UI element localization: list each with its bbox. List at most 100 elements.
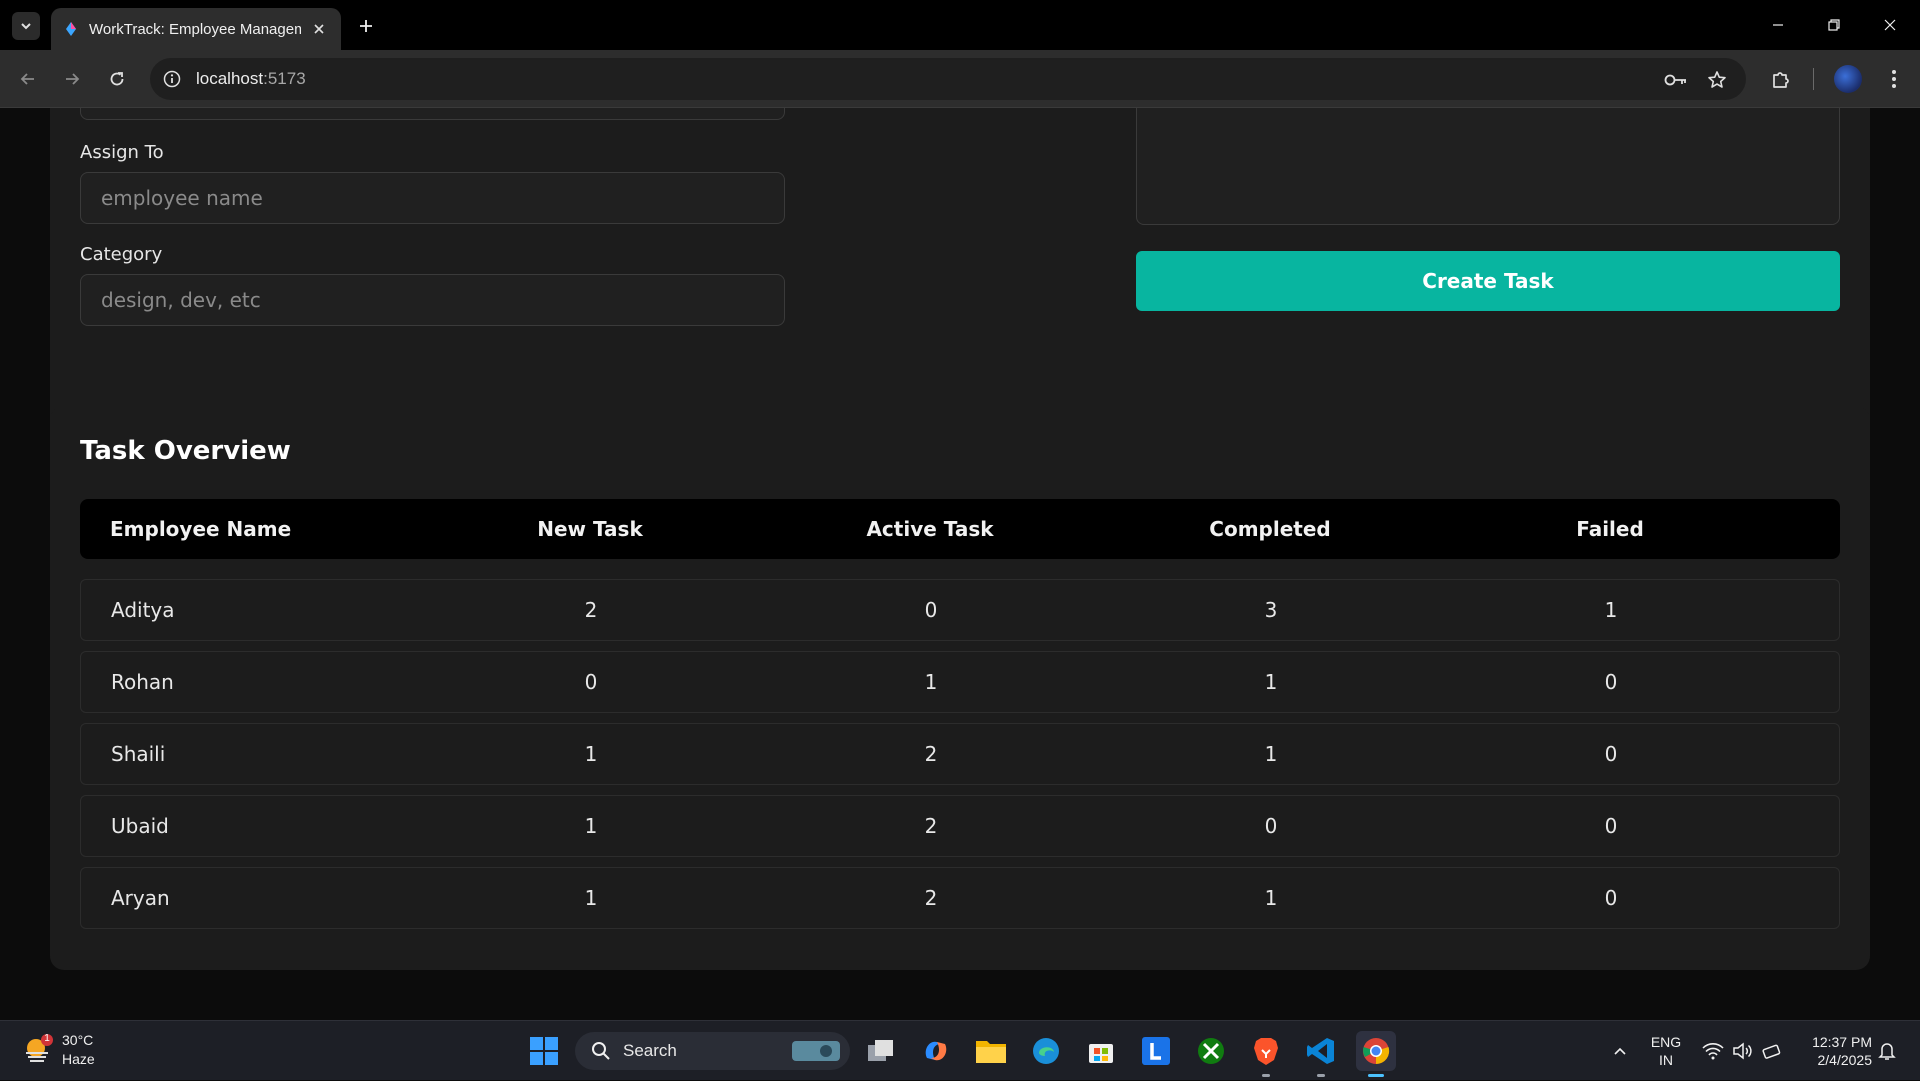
- task-view-button[interactable]: [861, 1031, 901, 1071]
- reload-icon: [110, 72, 124, 86]
- taskbar-app-l[interactable]: [1136, 1031, 1176, 1071]
- url-host: localhost: [196, 69, 264, 88]
- minimize-button[interactable]: [1750, 0, 1806, 50]
- table-row: Aditya 2 0 3 1: [80, 579, 1840, 641]
- active-task-cell: 2: [924, 742, 938, 766]
- clock[interactable]: 12:37 PM 2/4/2025: [1796, 1021, 1872, 1081]
- profile-avatar[interactable]: [1834, 65, 1862, 93]
- failed-cell: 0: [1604, 814, 1618, 838]
- employee-name-cell: Rohan: [111, 670, 174, 694]
- address-bar[interactable]: localhost:5173: [150, 58, 1746, 100]
- windows-taskbar: 1 30°C Haze Search ENG IN 12:37 PM 2/4/2…: [0, 1020, 1920, 1080]
- minimize-icon: [1773, 24, 1783, 26]
- language-indicator[interactable]: ENG IN: [1640, 1021, 1692, 1081]
- active-task-cell: 1: [924, 670, 938, 694]
- task-overview-card: Task Overview Employee Name New Task Act…: [50, 406, 1870, 970]
- assign-to-input[interactable]: [80, 172, 785, 224]
- close-tab-icon[interactable]: [309, 19, 329, 39]
- chrome-icon: [1363, 1038, 1390, 1065]
- taskbar-search-box[interactable]: Search: [575, 1032, 850, 1070]
- overview-title: Task Overview: [80, 436, 291, 466]
- weather-description: Haze: [62, 1051, 95, 1067]
- header-employee-name: Employee Name: [110, 517, 292, 541]
- taskbar-store[interactable]: [1081, 1031, 1121, 1071]
- start-button[interactable]: [524, 1031, 564, 1071]
- brave-lion-icon: [1254, 1038, 1278, 1065]
- weather-temperature: 30°C: [62, 1032, 94, 1048]
- taskbar-xbox[interactable]: [1191, 1031, 1231, 1071]
- new-task-cell: 0: [584, 670, 598, 694]
- weather-haze-icon: 1: [22, 1033, 54, 1066]
- wifi-icon: [1702, 1043, 1724, 1060]
- browser-tab-active[interactable]: WorkTrack: Employee Managem: [51, 8, 341, 50]
- plus-icon: [360, 20, 372, 32]
- create-task-button[interactable]: Create Task: [1136, 251, 1840, 311]
- site-info-icon[interactable]: [162, 69, 182, 89]
- browser-menu-button[interactable]: [1878, 63, 1910, 95]
- password-key-icon[interactable]: [1664, 68, 1688, 92]
- close-icon: [1884, 19, 1896, 31]
- search-highlight-icon: [792, 1041, 840, 1061]
- table-row: Rohan 0 1 1 0: [80, 651, 1840, 713]
- url-text: localhost:5173: [196, 69, 306, 89]
- header-failed: Failed: [1576, 517, 1644, 541]
- restore-button[interactable]: [1806, 0, 1862, 50]
- previous-field-input[interactable]: [80, 108, 785, 120]
- taskbar-chrome[interactable]: [1356, 1031, 1396, 1077]
- new-tab-button[interactable]: [352, 12, 380, 40]
- completed-cell: 1: [1264, 670, 1278, 694]
- page-viewport: Assign To Category Create Task Task Over…: [0, 108, 1920, 1020]
- puzzle-icon: [1773, 72, 1789, 88]
- category-label: Category: [80, 244, 163, 265]
- taskbar-brave[interactable]: [1246, 1031, 1286, 1077]
- close-window-button[interactable]: [1862, 0, 1918, 50]
- active-indicator: [1368, 1074, 1384, 1077]
- bookmark-star-icon[interactable]: [1705, 68, 1729, 92]
- copilot-icon: [925, 1041, 947, 1061]
- language-line2: IN: [1659, 1052, 1673, 1068]
- taskbar-vscode[interactable]: [1301, 1031, 1341, 1077]
- weather-widget[interactable]: 1 30°C Haze: [22, 1031, 95, 1069]
- reload-button[interactable]: [101, 63, 133, 95]
- taskbar-copilot[interactable]: [916, 1031, 956, 1071]
- completed-cell: 1: [1264, 886, 1278, 910]
- tab-title: WorkTrack: Employee Managem: [89, 20, 301, 38]
- chevron-up-icon: [1614, 1047, 1626, 1055]
- new-task-cell: 1: [584, 886, 598, 910]
- active-task-cell: 0: [924, 598, 938, 622]
- volume-icon: [1733, 1042, 1752, 1060]
- failed-cell: 0: [1604, 670, 1618, 694]
- failed-cell: 0: [1604, 886, 1618, 910]
- weather-badge: 1: [44, 1033, 50, 1044]
- browser-toolbar: localhost:5173: [0, 50, 1920, 108]
- url-port: :5173: [263, 69, 306, 88]
- search-label: Search: [623, 1041, 677, 1060]
- taskbar-edge[interactable]: [1026, 1031, 1066, 1071]
- quick-settings-button[interactable]: [1698, 1021, 1786, 1081]
- notifications-button[interactable]: [1872, 1021, 1902, 1081]
- category-input[interactable]: [80, 274, 785, 326]
- battery-icon: [1762, 1044, 1781, 1059]
- description-textarea[interactable]: [1136, 108, 1840, 225]
- completed-cell: 0: [1264, 814, 1278, 838]
- show-hidden-icons-button[interactable]: [1604, 1021, 1636, 1081]
- forward-button[interactable]: [56, 63, 88, 95]
- tab-search-button[interactable]: [12, 12, 40, 40]
- back-button[interactable]: [12, 63, 44, 95]
- more-vertical-icon: [1892, 70, 1896, 88]
- extensions-button[interactable]: [1765, 63, 1797, 95]
- taskbar-file-explorer[interactable]: [971, 1031, 1011, 1071]
- header-completed: Completed: [1209, 517, 1331, 541]
- folder-icon: [976, 1041, 1006, 1063]
- app-favicon-icon: [66, 22, 76, 36]
- table-row: Shaili 1 2 1 0: [80, 723, 1840, 785]
- arrow-right-icon: [66, 73, 80, 85]
- restore-icon: [1828, 19, 1840, 31]
- header-active-task: Active Task: [866, 517, 994, 541]
- arrow-left-icon: [20, 73, 34, 85]
- employee-name-cell: Aryan: [111, 886, 170, 910]
- new-task-cell: 2: [584, 598, 598, 622]
- store-icon: [1089, 1044, 1113, 1063]
- vscode-icon: [1307, 1038, 1334, 1064]
- employee-name-cell: Aditya: [111, 598, 175, 622]
